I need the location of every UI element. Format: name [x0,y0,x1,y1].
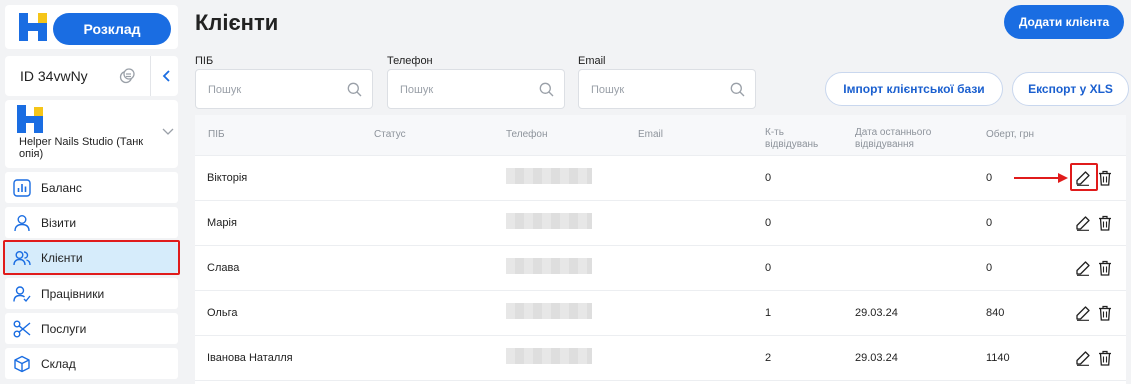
table-row[interactable]: Ольга 1 29.03.24 840 [195,291,1126,336]
page-title: Клієнти [195,10,279,35]
column-header-turnover: Оберт, грн [986,129,1035,140]
client-name: Ольга [207,307,238,319]
sidebar-item-label: Склад [41,357,76,371]
copy-icon[interactable] [119,68,135,84]
logo-card: Розклад [5,5,178,49]
chevron-left-icon[interactable] [160,68,174,84]
highlight-box [1070,163,1098,191]
client-turnover: 0 [986,172,993,184]
phone-search-input[interactable]: Пошук [387,69,565,109]
chart-bar-icon [13,179,31,197]
client-name: Вікторія [207,172,248,184]
account-id: ID 34vwNy [20,68,88,84]
sidebar-item-label: Візити [41,216,77,230]
trash-icon[interactable] [1098,260,1112,276]
column-header-phone: Телефон [506,129,548,140]
client-name: Іванова Наталля [207,352,293,364]
filter-email-label: Email [578,55,606,67]
trash-icon[interactable] [1098,350,1112,366]
client-turnover: 0 [986,262,993,274]
table-row[interactable]: Слава 0 0 [195,246,1126,291]
edit-icon[interactable] [1075,215,1091,231]
client-visits: 0 [765,172,772,184]
email-search-input[interactable]: Пошук [578,69,756,109]
phone-blurred [506,303,592,319]
sidebar-item-balance[interactable]: Баланс [5,172,178,203]
edit-icon[interactable] [1075,260,1091,276]
sidebar-item-label: Працівники [41,287,105,301]
column-header-name: ПІБ [208,129,225,140]
client-last-visit: 29.03.24 [855,307,898,319]
search-placeholder: Пошук [400,84,434,96]
search-icon [730,82,745,97]
divider [150,56,151,96]
box-icon [14,355,30,373]
sidebar-item-workers[interactable]: Працівники [5,278,178,309]
column-header-visits: К-ть відвідувань [765,127,819,150]
column-header-email: Email [638,129,664,140]
phone-blurred [506,168,592,184]
client-last-visit: 29.03.24 [855,352,898,364]
account-id-card: ID 34vwNy [5,56,178,96]
client-name: Слава [207,262,240,274]
table-row[interactable]: Марія 0 0 [195,201,1126,246]
client-name: Марія [207,217,237,229]
search-placeholder: Пошук [208,84,242,96]
column-header-status: Статус [374,129,406,140]
client-turnover: 840 [986,307,1005,319]
phone-blurred [506,258,592,274]
highlight-box [3,240,180,275]
sidebar: Розклад ID 34vwNy Helper Nails Studio (Т… [0,0,187,384]
trash-icon[interactable] [1098,215,1112,231]
client-visits: 1 [765,307,772,319]
sidebar-item-label: Послуги [41,322,87,336]
phone-blurred [506,213,592,229]
import-clients-button[interactable]: Імпорт клієнтської бази [825,72,1003,106]
annotation-arrow-icon [1014,173,1068,183]
column-header-last-visit: Дата останнього відвідування [855,127,932,150]
phone-blurred [506,348,592,364]
scissors-icon [13,320,31,338]
filter-phone-label: Телефон [387,55,433,67]
user-icon [14,215,30,232]
user-check-icon [13,286,31,303]
clients-table: ПІБ Статус Телефон Email К-ть відвідуван… [195,115,1126,384]
client-turnover: 1140 [986,352,1010,364]
sidebar-item-visits[interactable]: Візити [5,207,178,238]
search-icon [347,82,362,97]
studio-selector[interactable]: Helper Nails Studio (Танк опія) [5,100,178,168]
trash-icon[interactable] [1098,305,1112,321]
export-xls-button[interactable]: Експорт у XLS [1012,72,1129,106]
client-visits: 0 [765,262,772,274]
logo-icon [19,13,47,41]
table-row[interactable]: Вікторія 0 0 [195,156,1126,201]
sidebar-item-warehouse[interactable]: Склад [5,348,178,379]
studio-logo-icon [17,105,43,133]
client-turnover: 0 [986,217,993,229]
edit-icon[interactable] [1075,305,1091,321]
trash-icon[interactable] [1098,170,1112,186]
schedule-button[interactable]: Розклад [53,13,171,45]
edit-icon[interactable] [1075,350,1091,366]
add-client-button[interactable]: Додати клієнта [1004,5,1124,39]
filter-name-label: ПІБ [195,55,214,67]
client-visits: 2 [765,352,772,364]
chevron-down-icon[interactable] [162,128,174,136]
search-placeholder: Пошук [591,84,625,96]
table-header: ПІБ Статус Телефон Email К-ть відвідуван… [195,115,1126,156]
name-search-input[interactable]: Пошук [195,69,373,109]
studio-name: Helper Nails Studio (Танк опія) [19,136,144,160]
search-icon [539,82,554,97]
sidebar-item-label: Баланс [41,181,82,195]
table-row[interactable]: Іванова Наталля 2 29.03.24 1140 [195,336,1126,381]
sidebar-item-services[interactable]: Послуги [5,313,178,344]
client-visits: 0 [765,217,772,229]
